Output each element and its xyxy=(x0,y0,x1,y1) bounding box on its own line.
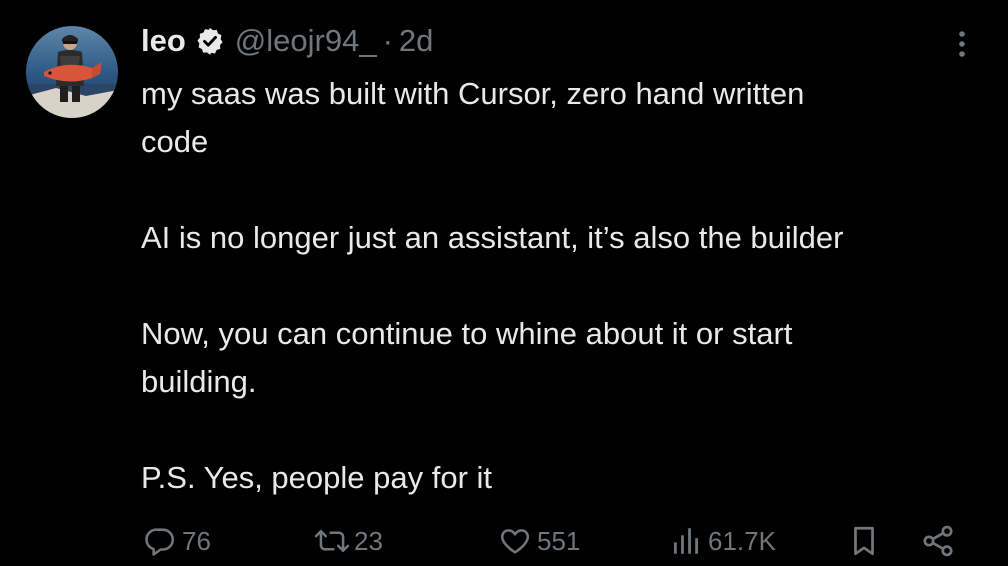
tweet-line: P.S. Yes, people pay for it xyxy=(141,460,493,495)
author-handle[interactable]: @leojr94_ xyxy=(235,23,377,59)
post-time[interactable]: 2d xyxy=(399,23,433,59)
like-count: 551 xyxy=(537,525,581,556)
verified-badge-icon xyxy=(195,26,225,56)
reply-button[interactable]: 76 xyxy=(142,518,211,564)
tweet-header: leo @leojr94_ · 2d xyxy=(141,20,433,62)
bookmark-button[interactable] xyxy=(846,518,882,564)
action-bar: 76 23 551 61.7K xyxy=(0,518,1008,564)
tweet: leo @leojr94_ · 2d my saas was built wit… xyxy=(0,0,1008,566)
bookmark-icon xyxy=(846,523,882,559)
tweet-line: my saas was built with Cursor, zero hand… xyxy=(141,76,805,111)
repost-icon xyxy=(314,523,350,559)
avatar-image xyxy=(26,26,118,118)
views-button[interactable]: 61.7K xyxy=(668,518,776,564)
header-separator: · xyxy=(382,23,393,58)
views-chart-icon xyxy=(668,523,704,559)
tweet-line: building. xyxy=(141,364,257,399)
share-button[interactable] xyxy=(920,518,956,564)
tweet-line: code xyxy=(141,124,209,159)
reply-icon xyxy=(142,523,178,559)
like-button[interactable]: 551 xyxy=(497,518,580,564)
avatar[interactable] xyxy=(26,26,118,118)
share-icon xyxy=(920,523,956,559)
author-name[interactable]: leo xyxy=(141,23,186,59)
heart-icon xyxy=(497,523,533,559)
repost-count: 23 xyxy=(354,525,383,556)
views-count: 61.7K xyxy=(708,525,776,556)
tweet-line: Now, you can continue to whine about it … xyxy=(141,316,793,351)
tweet-text: my saas was built with Cursor, zero hand… xyxy=(141,70,991,502)
more-options-icon[interactable] xyxy=(952,28,972,62)
reply-count: 76 xyxy=(182,525,211,556)
tweet-line: AI is no longer just an assistant, it’s … xyxy=(141,220,844,255)
repost-button[interactable]: 23 xyxy=(314,518,383,564)
